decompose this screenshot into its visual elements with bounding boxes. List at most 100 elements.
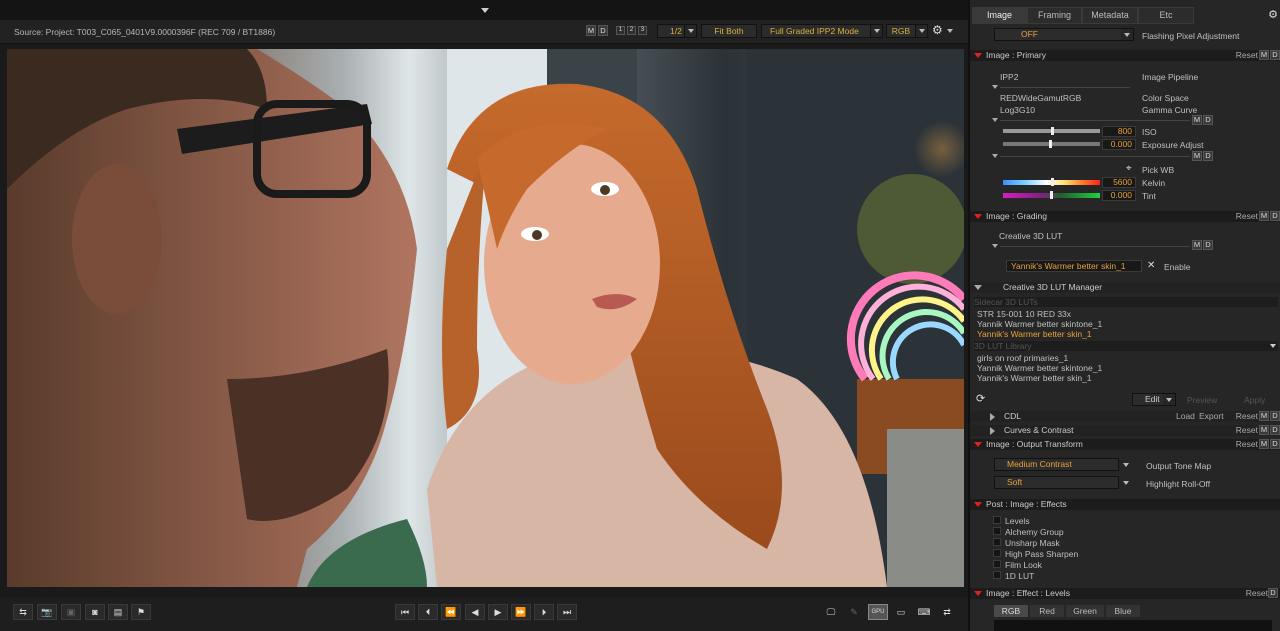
apply-button[interactable]: Apply xyxy=(1244,395,1265,405)
preview-button[interactable]: Preview xyxy=(1187,395,1217,405)
pipeline-value[interactable]: IPP2 xyxy=(1000,72,1018,82)
filmlook-checkbox[interactable] xyxy=(993,560,1001,568)
list-item[interactable]: Yannik Warmer better skintone_1 xyxy=(977,363,1102,373)
levels-tab-blue[interactable]: Blue xyxy=(1106,605,1140,617)
levels-tab-red[interactable]: Red xyxy=(1030,605,1064,617)
viewer-gear-icon[interactable]: ⚙ xyxy=(932,23,943,37)
snapshot-disabled-icon[interactable]: ▣ xyxy=(61,604,81,620)
m-button[interactable]: M xyxy=(1259,411,1269,421)
exposure-knob[interactable] xyxy=(1049,140,1052,148)
levels-tab-rgb[interactable]: RGB xyxy=(994,605,1028,617)
keyboard-icon[interactable]: ⌨ xyxy=(914,604,934,620)
levels-checkbox[interactable] xyxy=(993,516,1001,524)
display-button[interactable]: D xyxy=(598,25,608,36)
tint-field[interactable]: 0.000 xyxy=(1102,190,1136,201)
reset-button[interactable]: Reset xyxy=(1236,50,1258,61)
d-button[interactable]: D xyxy=(1270,211,1280,221)
reverse-play-icon[interactable]: ◀ xyxy=(465,604,485,620)
1dlut-checkbox[interactable] xyxy=(993,571,1001,579)
iso-knob[interactable] xyxy=(1051,127,1054,135)
section-image-grading[interactable]: Image : Grading Reset xyxy=(970,211,1280,222)
section-lut-manager[interactable]: Creative 3D LUT Manager xyxy=(970,282,1280,293)
d-button[interactable]: D xyxy=(1203,115,1213,125)
kelvin-knob[interactable] xyxy=(1051,178,1054,186)
view-1-button[interactable]: 1 xyxy=(616,26,625,35)
gamma-curve-value[interactable]: Log3G10 xyxy=(1000,105,1035,115)
tab-etc[interactable]: Etc xyxy=(1138,7,1194,24)
fit-dropdown[interactable]: Fit Both xyxy=(701,24,757,38)
crosshair-icon[interactable]: ⌖ xyxy=(1126,163,1132,174)
m-button[interactable]: M xyxy=(1192,240,1202,250)
color-space-value[interactable]: REDWideGamutRGB xyxy=(1000,93,1081,103)
channel-dropdown[interactable]: RGB xyxy=(886,24,928,38)
edit-dropdown[interactable]: Edit xyxy=(1132,393,1176,406)
section-post-effects[interactable]: Post : Image : Effects xyxy=(970,499,1280,510)
kelvin-field[interactable]: 5600 xyxy=(1102,177,1136,188)
d-button[interactable]: D xyxy=(1270,50,1280,60)
chevron-down-icon[interactable] xyxy=(992,118,998,122)
section-output-transform[interactable]: Image : Output Transform Reset xyxy=(970,439,1280,450)
tab-metadata[interactable]: Metadata xyxy=(1082,7,1138,24)
rewind-icon[interactable]: ⏪ xyxy=(441,604,461,620)
iso-field[interactable]: 800 xyxy=(1102,126,1136,137)
snapshot-icon[interactable]: 📷 xyxy=(37,604,57,620)
pick-wb-button[interactable]: Pick WB xyxy=(1142,165,1174,175)
d-button[interactable]: D xyxy=(1270,439,1280,449)
video-frame[interactable] xyxy=(7,49,964,587)
list-item[interactable]: Yannik Warmer better skintone_1 xyxy=(977,319,1102,329)
reset-button[interactable]: Reset xyxy=(1236,211,1258,222)
section-cdl[interactable]: CDL Load Export Reset xyxy=(970,411,1280,422)
section-effect-levels[interactable]: Image : Effect : Levels Reset xyxy=(970,588,1280,599)
tab-image[interactable]: Image xyxy=(972,7,1027,24)
monitor-icon[interactable]: 🖵 xyxy=(821,604,841,620)
tint-knob[interactable] xyxy=(1050,191,1053,199)
highpass-checkbox[interactable] xyxy=(993,549,1001,557)
play-icon[interactable]: ▶ xyxy=(488,604,508,620)
m-button[interactable]: M xyxy=(1259,425,1269,435)
chevron-down-icon[interactable] xyxy=(992,244,998,248)
gpu-icon[interactable]: GPU xyxy=(868,604,888,620)
unsharp-checkbox[interactable] xyxy=(993,538,1001,546)
list-item[interactable]: girls on roof primaries_1 xyxy=(977,353,1068,363)
toggle-icon[interactable]: ⇆ xyxy=(13,604,33,620)
view-3-button[interactable]: 3 xyxy=(638,26,647,35)
d-button[interactable]: D xyxy=(1203,151,1213,161)
chevron-down-icon[interactable] xyxy=(992,85,998,89)
m-button[interactable]: M xyxy=(1259,439,1269,449)
next-clip-icon[interactable]: ⏵ xyxy=(534,604,554,620)
tab-framing[interactable]: Framing xyxy=(1027,7,1082,24)
reset-button[interactable]: Reset xyxy=(1236,425,1258,436)
list-item-selected[interactable]: Yannik's Warmer better skin_1 xyxy=(977,329,1092,339)
fast-forward-icon[interactable]: ⏩ xyxy=(511,604,531,620)
aspect-icon[interactable]: ▭ xyxy=(891,604,911,620)
kelvin-slider[interactable] xyxy=(1003,178,1100,186)
d-button[interactable]: D xyxy=(1270,425,1280,435)
d-button[interactable]: D xyxy=(1203,240,1213,250)
exposure-slider[interactable] xyxy=(1003,140,1100,148)
m-button[interactable]: M xyxy=(1192,151,1202,161)
reset-button[interactable]: Reset xyxy=(1246,588,1268,599)
chevron-down-icon[interactable] xyxy=(947,29,953,33)
d-button[interactable]: D xyxy=(1270,411,1280,421)
m-button[interactable]: M xyxy=(1259,211,1269,221)
list-item[interactable]: STR 15-001 10 RED 33x xyxy=(977,309,1071,319)
exposure-field[interactable]: 0.000 xyxy=(1102,139,1136,150)
levels-tab-green[interactable]: Green xyxy=(1066,605,1104,617)
last-frame-icon[interactable]: ⏭ xyxy=(557,604,577,620)
reset-button[interactable]: Reset xyxy=(1236,411,1258,422)
tools-icon[interactable]: ⇄ xyxy=(937,604,957,620)
mode-dropdown[interactable]: Full Graded IPP2 Mode xyxy=(761,24,883,38)
brush-icon[interactable]: ✎ xyxy=(844,604,864,620)
tone-map-dropdown[interactable]: Medium Contrast xyxy=(994,458,1132,471)
alchemy-checkbox[interactable] xyxy=(993,527,1001,535)
clear-lut-icon[interactable]: ✕ xyxy=(1147,260,1155,271)
m-button[interactable]: M xyxy=(1259,50,1269,60)
iso-slider[interactable] xyxy=(1003,127,1100,135)
list-item[interactable]: Yannik's Warmer better skin_1 xyxy=(977,373,1092,383)
chevron-down-icon[interactable] xyxy=(992,154,998,158)
section-image-primary[interactable]: Image : Primary Reset xyxy=(970,50,1280,61)
d-button[interactable]: D xyxy=(1268,588,1278,598)
image-icon[interactable]: ▤ xyxy=(108,604,128,620)
flashing-pixel-dropdown[interactable]: OFF xyxy=(994,28,1134,41)
refresh-icon[interactable]: ⟳ xyxy=(976,392,985,405)
